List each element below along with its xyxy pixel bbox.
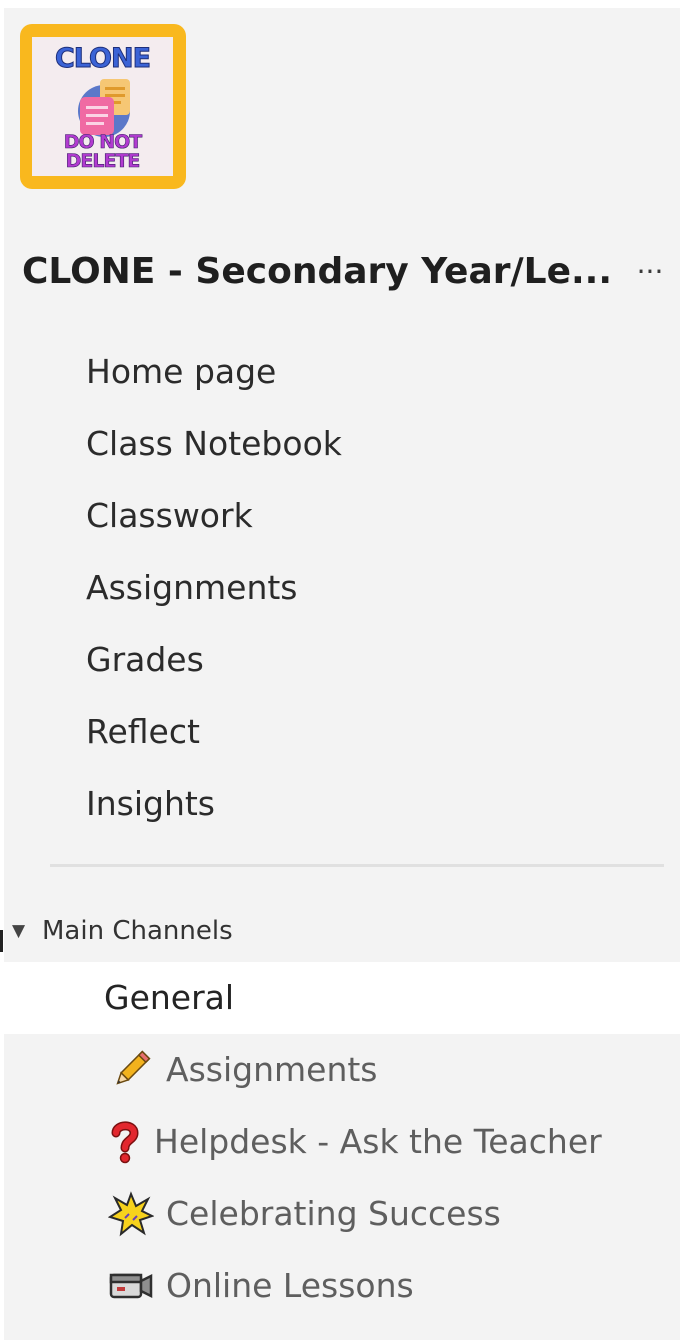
channel-label: General xyxy=(104,978,235,1017)
team-name[interactable]: CLONE - Secondary Year/Le... xyxy=(22,247,612,297)
star-burst-icon xyxy=(108,1191,154,1237)
nav-item-reflect[interactable]: Reflect xyxy=(0,696,680,768)
video-camera-icon xyxy=(108,1263,154,1309)
nav-item-classwork[interactable]: Classwork xyxy=(0,480,680,552)
channels-section-header[interactable]: ▼ Main Channels xyxy=(12,908,233,954)
channel-label: Online Lessons xyxy=(166,1266,414,1305)
channel-label: Celebrating Success xyxy=(166,1194,501,1233)
nav-item-grades[interactable]: Grades xyxy=(0,624,680,696)
team-nav-list: Home page Class Notebook Classwork Assig… xyxy=(0,336,680,840)
text-cursor xyxy=(0,930,3,952)
channels-section-title: Main Channels xyxy=(42,916,233,946)
section-divider xyxy=(50,864,664,867)
top-border xyxy=(0,0,680,8)
pencil-icon xyxy=(108,1047,154,1093)
channel-online-lessons[interactable]: Online Lessons xyxy=(4,1250,680,1322)
nav-item-home-page[interactable]: Home page xyxy=(0,336,680,408)
logo-text-bottom: DO NOT DELETE xyxy=(63,131,142,172)
logo-text-top: CLONE xyxy=(54,43,151,74)
channel-label: Assignments xyxy=(166,1050,378,1089)
channel-label: Helpdesk - Ask the Teacher xyxy=(154,1122,602,1161)
channel-list: General Assignments Helpdesk - Ask the T… xyxy=(4,962,680,1322)
channel-general[interactable]: General xyxy=(4,962,680,1034)
nav-item-insights[interactable]: Insights xyxy=(0,768,680,840)
channel-assignments[interactable]: Assignments xyxy=(4,1034,680,1106)
channel-celebrating-success[interactable]: Celebrating Success xyxy=(4,1178,680,1250)
nav-item-class-notebook[interactable]: Class Notebook xyxy=(0,408,680,480)
caret-down-icon: ▼ xyxy=(12,921,26,941)
more-options-button[interactable]: ··· xyxy=(628,250,672,294)
question-mark-icon xyxy=(108,1119,142,1165)
team-logo-canvas: CLONE DO NOT DELETE xyxy=(32,37,173,176)
channel-helpdesk[interactable]: Helpdesk - Ask the Teacher xyxy=(4,1106,680,1178)
nav-item-assignments[interactable]: Assignments xyxy=(0,552,680,624)
team-logo[interactable]: CLONE DO NOT DELETE xyxy=(20,24,186,189)
